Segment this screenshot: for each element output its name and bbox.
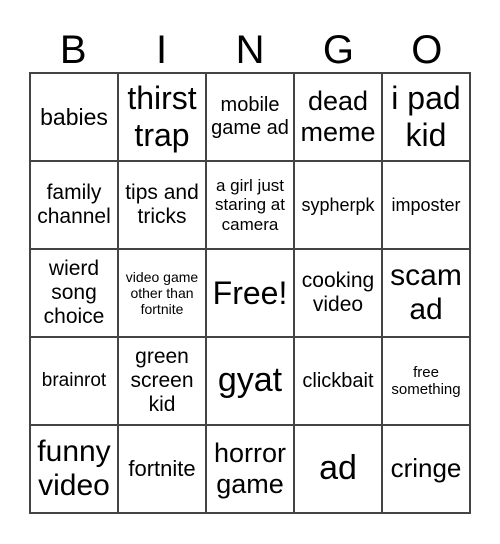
bingo-cell[interactable]: gyat	[206, 337, 294, 425]
bingo-cell[interactable]: brainrot	[30, 337, 118, 425]
header-letter-n: N	[235, 28, 265, 72]
bingo-cell[interactable]: funny video	[30, 425, 118, 513]
bingo-cell[interactable]: i pad kid	[382, 73, 470, 161]
bingo-cell-text: family channel	[37, 180, 111, 228]
bingo-cell[interactable]: dead meme	[294, 73, 382, 161]
bingo-cell[interactable]: thirst trap	[118, 73, 206, 161]
bingo-cell-text: dead meme	[300, 85, 376, 147]
bingo-grid: babies thirst trap mobile game ad dead meme…	[29, 72, 471, 514]
bingo-cell[interactable]: wierd song choice	[30, 249, 118, 337]
bingo-cell[interactable]: imposter	[382, 161, 470, 249]
bingo-cell-text: mobile game ad	[211, 94, 289, 139]
bingo-cell[interactable]: scam ad	[382, 249, 470, 337]
bingo-cell[interactable]: clickbait	[294, 337, 382, 425]
header-letter-o: O	[411, 28, 443, 72]
bingo-cell[interactable]: cooking video	[294, 249, 382, 337]
bingo-cell-text: babies	[40, 103, 108, 130]
bingo-cell[interactable]: ad	[294, 425, 382, 513]
bingo-cell-text: sypherpk	[301, 194, 375, 215]
bingo-cell-text: thirst trap	[127, 80, 197, 153]
bingo-cell[interactable]: Free!	[206, 249, 294, 337]
bingo-cell[interactable]: a girl just staring at camera	[206, 161, 294, 249]
bingo-cell-text: wierd song choice	[43, 256, 105, 329]
bingo-cell-text: a girl just staring at camera	[215, 175, 285, 234]
bingo-cell-text: brainrot	[41, 370, 107, 392]
bingo-cell-text: free something	[391, 363, 461, 398]
bingo-cell[interactable]: free something	[382, 337, 470, 425]
bingo-cell[interactable]: family channel	[30, 161, 118, 249]
bingo-cell[interactable]: fortnite	[118, 425, 206, 513]
bingo-cell-text: gyat	[217, 361, 283, 400]
bingo-cell-text: i pad kid	[391, 80, 461, 153]
bingo-cell-text: Free!	[212, 274, 288, 311]
bingo-cell-text: video game other than fortnite	[125, 268, 199, 318]
bingo-cell-text: green screen kid	[130, 344, 194, 417]
bingo-cell[interactable]: tips and tricks	[118, 161, 206, 249]
bingo-cell-text: clickbait	[302, 369, 374, 392]
bingo-cell-text: scam ad	[390, 258, 462, 327]
bingo-cell[interactable]: video game other than fortnite	[118, 249, 206, 337]
bingo-cell-text: horror game	[213, 437, 287, 499]
header-letter-g: G	[322, 28, 354, 72]
bingo-cell[interactable]: horror game	[206, 425, 294, 513]
header-letter-i: I	[156, 28, 168, 72]
bingo-cell[interactable]: green screen kid	[118, 337, 206, 425]
bingo-cell[interactable]: babies	[30, 73, 118, 161]
bingo-cell[interactable]: sypherpk	[294, 161, 382, 249]
bingo-cell-text: fortnite	[128, 456, 196, 482]
bingo-header: B I N G O	[29, 28, 471, 72]
bingo-cell-text: funny video	[37, 434, 111, 503]
bingo-cell-text: imposter	[391, 194, 461, 215]
bingo-cell-text: cringe	[390, 453, 462, 484]
bingo-cell-text: cooking video	[301, 268, 375, 316]
bingo-cell[interactable]: mobile game ad	[206, 73, 294, 161]
bingo-cell[interactable]: cringe	[382, 425, 470, 513]
header-letter-b: B	[59, 28, 87, 72]
bingo-cell-text: ad	[319, 449, 357, 488]
bingo-cell-text: tips and tricks	[125, 180, 199, 228]
